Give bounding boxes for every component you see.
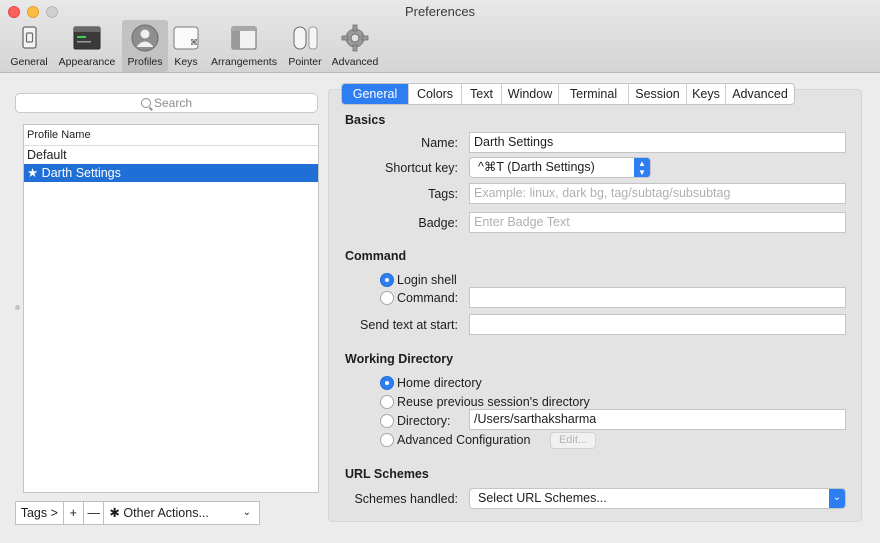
shortcut-key-popup[interactable]: ^⌘T (Darth Settings) ▲ ▼	[469, 157, 651, 178]
window-arrangement-icon	[231, 26, 257, 50]
toolbar-profiles[interactable]: Profiles	[122, 20, 168, 72]
toolbar-advanced[interactable]: Advanced	[328, 20, 382, 72]
badge-field[interactable]: Enter Badge Text	[469, 212, 846, 233]
tags-field[interactable]: Example: linux, dark bg, tag/subtag/subs…	[469, 183, 846, 204]
gear-icon	[341, 24, 369, 52]
other-actions-label: Other Actions...	[123, 506, 209, 520]
command-key-icon: ⌘	[173, 26, 199, 50]
profile-row-darth-settings[interactable]: ★ Darth Settings	[24, 164, 318, 182]
command-field[interactable]	[469, 287, 846, 308]
tab-advanced[interactable]: Advanced	[726, 84, 794, 104]
url-schemes-heading: URL Schemes	[345, 467, 429, 481]
shortcut-key-value: ^⌘T (Darth Settings)	[478, 160, 595, 174]
tab-window[interactable]: Window	[502, 84, 559, 104]
svg-text:⌘: ⌘	[190, 38, 198, 47]
tags-button[interactable]: Tags >	[16, 502, 64, 524]
profile-actions-bar: Tags > + — ✱ Other Actions... ⌄	[15, 501, 260, 525]
name-label: Name:	[421, 136, 458, 150]
tab-text[interactable]: Text	[462, 84, 502, 104]
directory-radio[interactable]	[380, 414, 394, 428]
profile-row-default[interactable]: Default	[24, 146, 318, 164]
directory-label: Directory:	[397, 414, 451, 428]
tags-label: Tags:	[428, 187, 458, 201]
split-view-handle[interactable]	[15, 305, 20, 310]
toolbar-general[interactable]: General	[6, 20, 52, 72]
other-actions-menu[interactable]: ✱ Other Actions... ⌄	[104, 502, 259, 524]
login-shell-radio[interactable]	[380, 273, 394, 287]
title-bar: Preferences General Appearance Profiles …	[0, 0, 880, 73]
command-heading: Command	[345, 249, 407, 263]
toolbar-arrangements[interactable]: Arrangements	[206, 20, 282, 72]
add-profile-button[interactable]: +	[64, 502, 85, 524]
window-appearance-icon	[73, 26, 101, 50]
basics-heading: Basics	[345, 113, 386, 127]
directory-field[interactable]: /Users/sarthaksharma	[469, 409, 846, 430]
window-title: Preferences	[404, 4, 476, 19]
search-placeholder: Search	[153, 96, 193, 110]
tab-general[interactable]: General	[342, 84, 409, 104]
shortcut-key-label: Shortcut key:	[385, 161, 458, 175]
reuse-directory-radio[interactable]	[380, 395, 394, 409]
edit-button[interactable]: Edit...	[550, 432, 596, 449]
send-text-label: Send text at start:	[360, 318, 458, 332]
toolbar-label: Keys	[174, 56, 198, 68]
login-shell-label: Login shell	[397, 273, 457, 287]
tab-session[interactable]: Session	[629, 84, 687, 104]
toolbar-label: Pointer	[288, 56, 322, 68]
url-schemes-value: Select URL Schemes...	[478, 491, 607, 505]
reuse-directory-label: Reuse previous session's directory	[397, 395, 590, 409]
profile-list[interactable]: Profile Name Default ★ Darth Settings	[23, 124, 319, 493]
toolbar-pointer[interactable]: Pointer	[284, 20, 326, 72]
home-directory-radio[interactable]	[380, 376, 394, 390]
badge-label: Badge:	[418, 216, 458, 230]
remove-profile-button[interactable]: —	[84, 502, 105, 524]
tab-keys[interactable]: Keys	[687, 84, 726, 104]
person-icon	[131, 24, 159, 52]
profile-tabs: General Colors Text Window Terminal Sess…	[341, 83, 795, 105]
chevron-down-icon: ⌄	[242, 507, 251, 518]
toolbar-label: General	[10, 56, 48, 68]
toolbar-appearance[interactable]: Appearance	[54, 20, 120, 72]
advanced-configuration-label: Advanced Configuration	[397, 433, 531, 447]
search-icon	[140, 98, 151, 108]
tab-colors[interactable]: Colors	[409, 84, 462, 104]
switch-icon	[22, 26, 37, 49]
chevron-down-icon: ⌄	[829, 489, 845, 508]
send-text-field[interactable]	[469, 314, 846, 335]
home-directory-label: Home directory	[397, 376, 482, 390]
search-input[interactable]: Search	[15, 93, 318, 113]
updown-arrows-icon: ▲ ▼	[634, 158, 650, 177]
toolbar-keys[interactable]: ⌘ Keys	[170, 20, 202, 72]
name-field[interactable]: Darth Settings	[469, 132, 846, 153]
command-radio[interactable]	[380, 291, 394, 305]
toolbar-label: Appearance	[58, 56, 116, 68]
profile-column-header[interactable]: Profile Name	[24, 125, 318, 146]
toolbar-label: Profiles	[127, 56, 163, 68]
schemes-handled-label: Schemes handled:	[354, 492, 458, 506]
gear-icon: ✱	[109, 505, 120, 520]
toolbar-label: Arrangements	[211, 56, 277, 68]
command-label: Command:	[397, 291, 459, 305]
mouse-icon	[293, 26, 318, 50]
toolbar-label: Advanced	[331, 56, 379, 68]
url-schemes-popup[interactable]: Select URL Schemes... ⌄	[469, 488, 846, 509]
advanced-configuration-radio[interactable]	[380, 433, 394, 447]
working-directory-heading: Working Directory	[345, 352, 454, 366]
tab-terminal[interactable]: Terminal	[559, 84, 629, 104]
